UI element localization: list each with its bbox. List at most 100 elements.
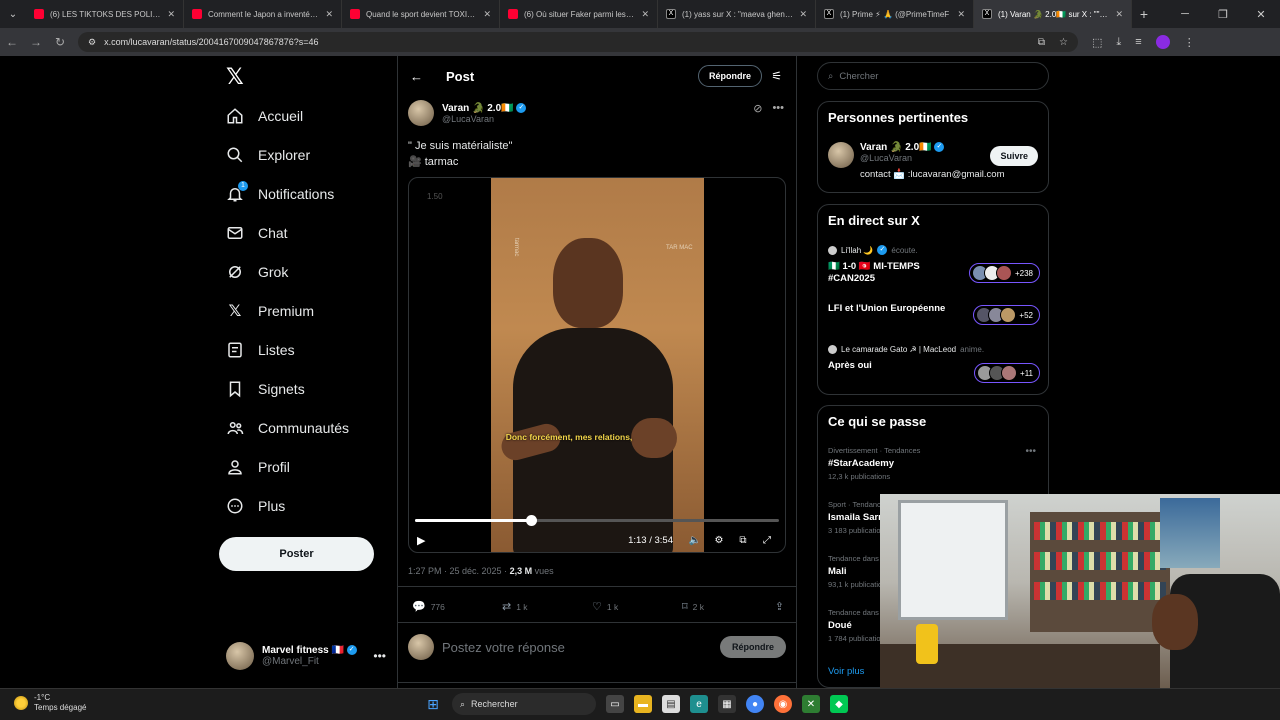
volume-icon[interactable]: 🔈 bbox=[683, 535, 707, 546]
reply-submit-button[interactable]: Répondre bbox=[719, 636, 786, 658]
video-frame[interactable]: tarmac TAR MAC bbox=[491, 178, 704, 552]
trend-item[interactable]: Divertissement · Tendances #StarAcademy … bbox=[828, 446, 1040, 481]
forward-arrow-icon[interactable]: → bbox=[24, 35, 48, 49]
listeners-pill[interactable]: +52 bbox=[973, 305, 1040, 325]
sidebar-item-chat[interactable]: Chat bbox=[226, 221, 288, 245]
tab-search-button[interactable]: ⌄ bbox=[0, 0, 26, 28]
reply-input[interactable]: Postez votre réponse bbox=[442, 640, 565, 655]
sidebar-item-accueil[interactable]: Accueil bbox=[226, 104, 303, 128]
post-timestamp[interactable]: 1:27 PM · 25 déc. 2025 · bbox=[408, 566, 510, 576]
sidebar-item-plus[interactable]: Plus bbox=[226, 494, 285, 518]
sidebar-item-explorer[interactable]: Explorer bbox=[226, 143, 310, 167]
avatar[interactable] bbox=[408, 100, 434, 126]
site-info-icon[interactable]: ⚙ bbox=[88, 37, 96, 48]
author-display-name[interactable]: Varan 🐊 2.0🇨🇮 bbox=[442, 103, 514, 114]
browser-tab[interactable]: Quand le sport devient TOXIQU ✕ bbox=[342, 0, 500, 28]
firefox-icon[interactable]: ◉ bbox=[774, 695, 792, 713]
search-input[interactable]: ⌕ Chercher bbox=[817, 62, 1049, 90]
settings-gear-icon[interactable]: ⚙ bbox=[707, 535, 731, 546]
close-icon[interactable]: ✕ bbox=[1115, 9, 1123, 20]
address-bar[interactable]: ⚙ x.com/lucavaran/status/200416700904786… bbox=[78, 32, 1078, 52]
document-icon[interactable]: ▤ bbox=[662, 695, 680, 713]
sidebar-item-listes[interactable]: Listes bbox=[226, 338, 295, 362]
like-action[interactable]: ♡ 1 k bbox=[592, 600, 682, 613]
weather-widget[interactable]: -1°C Temps dégagé bbox=[14, 693, 86, 713]
sidebar-item-notifications[interactable]: 1 Notifications bbox=[226, 181, 334, 206]
avatar[interactable] bbox=[828, 142, 854, 168]
sidebar-item-communautes[interactable]: Communautés bbox=[226, 416, 349, 440]
x-logo-icon[interactable]: 𝕏 bbox=[226, 64, 244, 90]
minimize-icon[interactable]: ─ bbox=[1166, 8, 1204, 20]
settings-sliders-icon[interactable]: ⚟ bbox=[771, 69, 782, 83]
live-space-item[interactable]: Li'llah 🌙 ✓ écoute. 🇳🇬 1-0 🇹🇳 MI-TEMPS #CA… bbox=[828, 245, 1040, 285]
home-icon bbox=[226, 107, 244, 125]
sidebar-item-premium[interactable]: 𝕏 Premium bbox=[226, 299, 314, 323]
share-icon[interactable]: ⇪ bbox=[775, 600, 784, 613]
video-player[interactable]: 1.50 tarmac TAR MAC Donc forcément, mes … bbox=[408, 177, 786, 553]
person-handle[interactable]: @LucaVaran bbox=[860, 153, 1005, 163]
store-icon[interactable]: ▦ bbox=[718, 695, 736, 713]
browser-tab-active[interactable]: X (1) Varan 🐊 2.0🇨🇮 sur X : "" Je s ✕ bbox=[974, 0, 1132, 28]
sidebar-item-profil[interactable]: Profil bbox=[226, 455, 290, 479]
browser-tab[interactable]: X (1) yass sur X : "maeva ghennan ✕ bbox=[658, 0, 816, 28]
see-more-link[interactable]: Voir plus bbox=[828, 666, 864, 677]
bookmark-action[interactable]: ⌑ 2 k bbox=[682, 600, 772, 613]
video-progress-bar[interactable] bbox=[415, 515, 779, 526]
search-icon: ⌕ bbox=[460, 698, 466, 709]
app-icon[interactable]: ◆ bbox=[830, 695, 848, 713]
back-arrow-icon[interactable]: ← bbox=[0, 35, 24, 49]
listeners-pill[interactable]: +11 bbox=[974, 363, 1040, 383]
new-tab-button[interactable]: + bbox=[1132, 6, 1156, 22]
task-view-icon[interactable]: ▭ bbox=[606, 695, 624, 713]
fullscreen-icon[interactable]: ⤢ bbox=[755, 535, 779, 546]
browser-menu-icon[interactable]: ⋮ bbox=[1184, 36, 1195, 49]
account-switcher[interactable]: Marvel fitness 🇫🇷 ✓ @Marvel_Fit ••• bbox=[226, 642, 386, 670]
extensions-icon[interactable]: ⬚ bbox=[1092, 36, 1102, 49]
more-options-icon[interactable]: ••• bbox=[1025, 446, 1036, 457]
install-app-icon[interactable]: ⧉ bbox=[1038, 37, 1045, 48]
sidebar-item-signets[interactable]: Signets bbox=[226, 377, 305, 401]
chrome-icon[interactable]: ● bbox=[746, 695, 764, 713]
reply-action[interactable]: 💬 776 bbox=[412, 600, 502, 613]
taskbar-search[interactable]: ⌕ Rechercher bbox=[452, 693, 596, 715]
follow-button[interactable]: Suivre bbox=[990, 146, 1038, 166]
cam-jar bbox=[916, 624, 938, 664]
more-options-icon[interactable]: ••• bbox=[373, 649, 386, 663]
picture-in-picture-icon[interactable]: ⧉ bbox=[731, 535, 755, 546]
edge-icon[interactable]: e bbox=[690, 695, 708, 713]
listeners-pill[interactable]: +238 bbox=[968, 263, 1040, 283]
browser-profile-avatar[interactable] bbox=[1155, 35, 1170, 49]
repost-action[interactable]: ⇄ 1 k bbox=[502, 600, 592, 613]
close-icon[interactable]: ✕ bbox=[325, 9, 333, 20]
close-icon[interactable]: ✕ bbox=[957, 9, 965, 20]
close-icon[interactable]: ✕ bbox=[799, 9, 807, 20]
sidebar-item-grok[interactable]: Grok bbox=[226, 260, 288, 284]
close-icon[interactable]: ✕ bbox=[483, 9, 491, 20]
maximize-icon[interactable]: ❐ bbox=[1204, 8, 1242, 21]
reload-icon[interactable]: ↻ bbox=[48, 35, 72, 49]
live-space-item[interactable]: LFI et l'Union Européenne +52 bbox=[828, 303, 1040, 325]
reading-list-icon[interactable]: ≡ bbox=[1135, 36, 1141, 48]
post-author[interactable]: Varan 🐊 2.0🇨🇮 ✓ @LucaVaran bbox=[408, 100, 527, 126]
more-options-icon[interactable]: ••• bbox=[772, 102, 784, 115]
close-icon[interactable]: ✕ bbox=[167, 9, 175, 20]
author-handle[interactable]: @LucaVaran bbox=[442, 114, 526, 124]
bookmark-star-icon[interactable]: ☆ bbox=[1059, 37, 1068, 48]
person-display-name[interactable]: Varan 🐊 2.0🇨🇮 bbox=[860, 142, 932, 153]
browser-tab[interactable]: X (1) Prime ⚡ 🙏 (@PrimeTimeF ✕ bbox=[816, 0, 974, 28]
close-icon[interactable]: ✕ bbox=[641, 9, 649, 20]
file-explorer-icon[interactable]: ▬ bbox=[634, 695, 652, 713]
play-icon[interactable]: ▶ bbox=[417, 534, 425, 547]
xbox-icon[interactable]: ✕ bbox=[802, 695, 820, 713]
downloads-icon[interactable]: ⤓ bbox=[1116, 36, 1121, 49]
live-space-item[interactable]: Le camarade Gato ☭ | MacLeod anime. Après… bbox=[828, 345, 1040, 383]
browser-tab[interactable]: (6) LES TIKTOKS DES POLITIQUE ✕ bbox=[26, 0, 184, 28]
grok-icon[interactable]: ⊘ bbox=[753, 102, 762, 115]
browser-tab[interactable]: Comment le Japon a inventé l'a ✕ bbox=[184, 0, 342, 28]
browser-tab[interactable]: (6) Où situer Faker parmi les lég ✕ bbox=[500, 0, 658, 28]
reply-header-button[interactable]: Répondre bbox=[697, 65, 762, 87]
back-arrow-icon[interactable]: ← bbox=[410, 69, 423, 84]
close-window-icon[interactable]: ✕ bbox=[1242, 8, 1280, 21]
post-button[interactable]: Poster bbox=[219, 537, 374, 571]
windows-start-icon[interactable]: ⊞ bbox=[424, 695, 442, 713]
